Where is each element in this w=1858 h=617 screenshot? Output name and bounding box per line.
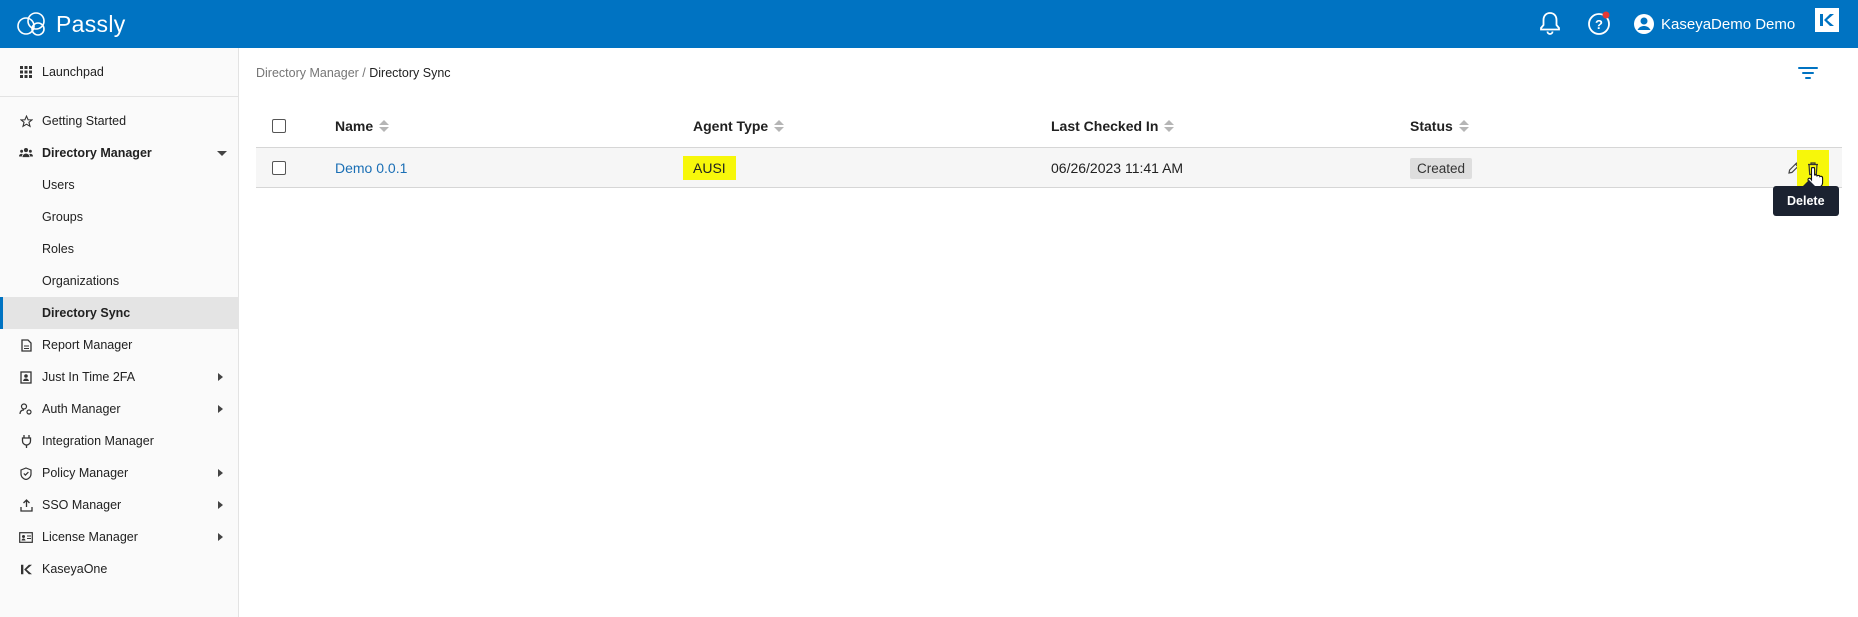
- row-checkbox[interactable]: [272, 161, 286, 175]
- sidebar-item-auth-manager[interactable]: Auth Manager: [0, 393, 239, 425]
- sidebar-item-getting-started[interactable]: Getting Started: [0, 105, 239, 137]
- column-header-label: Name: [335, 118, 374, 134]
- sidebar-item-label: KaseyaOne: [42, 562, 108, 576]
- badge-icon: [19, 370, 33, 384]
- row-agent-type: AUSI: [683, 156, 736, 180]
- select-all-checkbox[interactable]: [272, 119, 286, 133]
- sort-icon: [379, 120, 390, 132]
- sidebar-item-label: Organizations: [42, 274, 120, 288]
- column-header-label: Status: [1410, 118, 1453, 134]
- chevron-right-icon: [218, 533, 223, 541]
- sidebar-item-label: Auth Manager: [42, 402, 121, 416]
- sidebar-item-label: License Manager: [42, 530, 138, 544]
- sidebar-item-label: Policy Manager: [42, 466, 129, 480]
- user-menu[interactable]: KaseyaDemo Demo: [1633, 8, 1795, 40]
- svg-text:?: ?: [1595, 17, 1603, 32]
- notifications-bell-icon[interactable]: [1535, 8, 1565, 38]
- sidebar-item-policy-manager[interactable]: Policy Manager: [0, 457, 239, 489]
- breadcrumb: Directory Manager / Directory Sync: [256, 66, 451, 80]
- user-name: KaseyaDemo Demo: [1661, 15, 1796, 33]
- sidebar-item-label: Directory Manager: [42, 146, 152, 160]
- help-icon[interactable]: ?: [1584, 8, 1614, 38]
- sidebar-item-sso-manager[interactable]: SSO Manager: [0, 489, 239, 521]
- account-avatar-icon: [1634, 14, 1654, 34]
- column-header-label: Last Checked In: [1051, 118, 1159, 134]
- sidebar-item-label: Launchpad: [42, 65, 104, 79]
- column-header-label: Agent Type: [693, 118, 769, 134]
- sidebar-divider: [0, 96, 239, 97]
- column-header-name[interactable]: Name: [335, 104, 390, 148]
- column-header-last-checked-in[interactable]: Last Checked In: [1051, 104, 1175, 148]
- chevron-right-icon: [218, 469, 223, 477]
- top-bar: Passly ? KaseyaDemo Demo: [0, 0, 1858, 48]
- shield-icon: [19, 466, 33, 480]
- column-header-status[interactable]: Status: [1410, 104, 1469, 148]
- table-header: Name Agent Type Last Checked In Status: [256, 104, 1842, 148]
- id-card-icon: [19, 530, 33, 544]
- breadcrumb-parent[interactable]: Directory Manager: [256, 66, 359, 80]
- brand-logo[interactable]: Passly: [14, 8, 126, 40]
- kaseya-logo-icon[interactable]: [1815, 8, 1839, 32]
- breadcrumb-separator: /: [358, 66, 370, 80]
- sort-icon: [1164, 120, 1175, 132]
- sidebar-item-kaseyaone[interactable]: KaseyaOne: [0, 553, 239, 585]
- chevron-right-icon: [218, 501, 223, 509]
- document-icon: [19, 338, 33, 352]
- row-agent-type-cell: AUSI: [683, 148, 736, 188]
- breadcrumb-current: Directory Sync: [369, 66, 451, 80]
- kaseya-icon: [19, 562, 33, 576]
- plug-icon: [19, 434, 33, 448]
- sidebar-item-launchpad[interactable]: Launchpad: [0, 56, 239, 88]
- sidebar-item-roles[interactable]: Roles: [0, 233, 239, 265]
- filter-icon[interactable]: [1797, 64, 1821, 84]
- delete-tooltip: Delete: [1773, 180, 1839, 216]
- grid-icon: [19, 65, 33, 79]
- sidebar-item-label: Integration Manager: [42, 434, 154, 448]
- chevron-right-icon: [218, 405, 223, 413]
- row-name-link[interactable]: Demo 0.0.1: [335, 148, 407, 188]
- star-icon: [19, 114, 33, 128]
- sidebar-item-label: SSO Manager: [42, 498, 122, 512]
- sidebar-item-integration-manager[interactable]: Integration Manager: [0, 425, 239, 457]
- sidebar-item-just-in-time-2fa[interactable]: Just In Time 2FA: [0, 361, 239, 393]
- users-icon: [19, 146, 33, 160]
- chevron-down-icon: [217, 150, 227, 156]
- row-status-cell: Created: [1410, 148, 1473, 188]
- sidebar-item-directory-manager[interactable]: Directory Manager: [0, 137, 239, 169]
- chevron-right-icon: [218, 373, 223, 381]
- sidebar-item-license-manager[interactable]: License Manager: [0, 521, 239, 553]
- brand-name: Passly: [56, 10, 126, 37]
- row-checkbox-cell: [272, 148, 286, 188]
- passly-logo-icon: [17, 12, 45, 36]
- sidebar: Launchpad Getting Started Directory Mana…: [0, 48, 239, 617]
- upload-icon: [19, 498, 33, 512]
- sidebar-item-users[interactable]: Users: [0, 169, 239, 201]
- sidebar-item-label: Users: [42, 178, 75, 192]
- column-header-agent-type[interactable]: Agent Type: [693, 104, 785, 148]
- sidebar-item-organizations[interactable]: Organizations: [0, 265, 239, 297]
- directory-sync-table: Name Agent Type Last Checked In Status D…: [256, 104, 1842, 188]
- sidebar-item-label: Just In Time 2FA: [42, 370, 136, 384]
- sidebar-item-label: Report Manager: [42, 338, 133, 352]
- sidebar-item-label: Directory Sync: [42, 306, 131, 320]
- sort-icon: [774, 120, 785, 132]
- select-all-checkbox-cell: [272, 104, 286, 148]
- sidebar-item-directory-sync[interactable]: Directory Sync: [0, 297, 239, 329]
- sidebar-item-label: Roles: [42, 242, 74, 256]
- user-key-icon: [19, 402, 33, 416]
- sidebar-item-label: Getting Started: [42, 114, 127, 128]
- sidebar-item-label: Groups: [42, 210, 83, 224]
- status-badge: Created: [1410, 157, 1473, 179]
- row-last-checked-in: 06/26/2023 11:41 AM: [1051, 160, 1184, 176]
- sidebar-item-groups[interactable]: Groups: [0, 201, 239, 233]
- table-row[interactable]: Demo 0.0.1 AUSI 06/26/2023 11:41 AM Crea…: [256, 148, 1842, 188]
- sidebar-item-report-manager[interactable]: Report Manager: [0, 329, 239, 361]
- sort-icon: [1458, 120, 1469, 132]
